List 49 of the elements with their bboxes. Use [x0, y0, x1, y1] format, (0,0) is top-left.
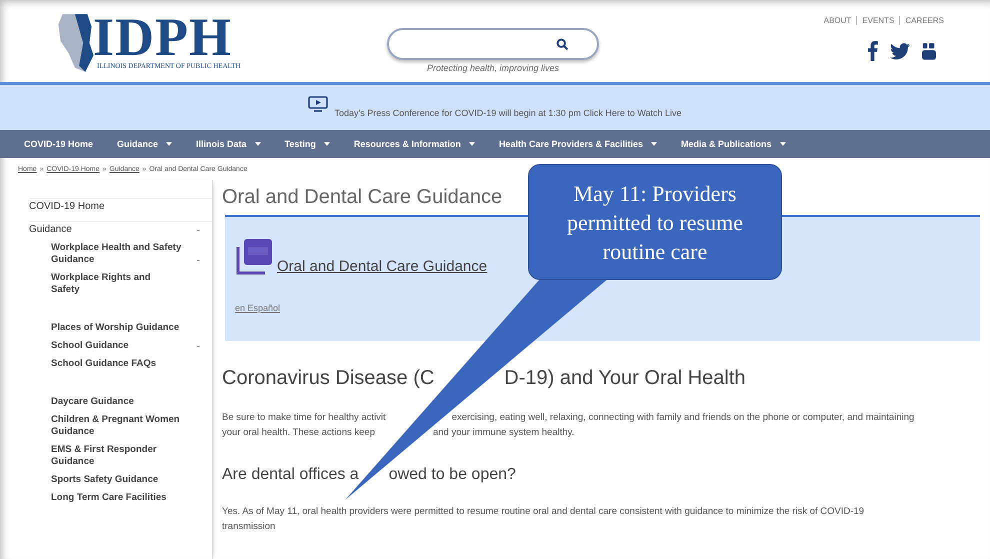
video-play-icon[interactable] [308, 96, 328, 112]
nav-menu-item[interactable]: Resources & Information [354, 139, 475, 149]
sidebar-item[interactable]: School Guidance FAQs [51, 358, 156, 370]
sidebar-item[interactable]: Daycare Guidance [51, 396, 134, 408]
section-heading: D-19) and Your Oral Health [504, 367, 746, 390]
language-link[interactable]: en Español [235, 303, 280, 313]
sidebar-item[interactable]: COVID-19 Home [29, 201, 105, 213]
section-heading: Are dental offices a [222, 466, 359, 484]
sidebar-item[interactable]: Workplace Rights and Safety [51, 272, 169, 296]
video-icon[interactable] [922, 41, 936, 61]
sidebar-item[interactable]: Sports Safety Guidance [51, 474, 158, 486]
paragraph-text: your oral health. These actions keep [222, 426, 375, 440]
paragraph-text: Be sure to make time for healthy activit [222, 411, 386, 425]
top-link[interactable]: EVENTS [862, 16, 894, 25]
collapse-toggle[interactable]: - [196, 255, 200, 266]
paragraph-text: and your immune system healthy. [432, 426, 574, 440]
paragraph-text: exercising, eating well, relaxing, connecting with family and friends on the phone or computer, and maintaining [452, 411, 914, 425]
logo-text[interactable]: IDPH [93, 12, 241, 62]
callout-text: May 11: Providers permitted to resume routine care [566, 180, 744, 266]
nav-menu-item[interactable]: COVID-19 Home [24, 139, 94, 149]
collapse-toggle[interactable]: - [196, 341, 200, 352]
sidebar-item[interactable]: School Guidance [51, 340, 129, 352]
pdf-file-icon [235, 237, 275, 277]
top-link[interactable]: CAREERS [905, 16, 944, 25]
paragraph-text: Yes. As of May 11, oral health providers were permitted to resume routine oral and dental care consistent with guidance to minimize the risk of COVID-19 [222, 505, 864, 519]
paragraph-text: transmission [222, 520, 276, 534]
nav-menu-item[interactable]: Health Care Providers & Facilities [498, 139, 657, 149]
nav-menu-item[interactable]: Guidance [117, 139, 172, 149]
collapse-toggle[interactable]: - [196, 225, 200, 236]
tagline: Protecting health, improving lives [426, 63, 560, 73]
announcement-link[interactable]: Today's Press Conference for COVID-19 will begin at 1:30 pm Click Here to Watch Live [334, 108, 682, 118]
sidebar-item[interactable]: Places of Worship Guidance [51, 322, 180, 334]
sidebar-item[interactable]: Children & Pregnant Women Guidance [51, 414, 200, 438]
nav-menu-item[interactable]: Illinois Data [196, 139, 261, 149]
document-link[interactable]: Oral and Dental Care Guidance [277, 258, 488, 275]
bird-icon[interactable] [890, 42, 910, 60]
nav-menu-item[interactable]: Media & Publications [681, 139, 786, 149]
sidebar-item[interactable]: Workplace Health and Safety Guidance [51, 242, 197, 266]
facebook-icon[interactable] [867, 41, 878, 61]
nav-menu-item[interactable]: Testing [284, 139, 330, 149]
section-heading: owed to be open? [388, 466, 516, 484]
sidebar-item[interactable]: Long Term Care Facilities [51, 492, 166, 504]
top-link[interactable]: ABOUT [824, 16, 852, 25]
sidebar-item[interactable]: EMS & First Responder Guidance [51, 444, 200, 468]
page-title: Oral and Dental Care Guidance [222, 186, 502, 209]
sidebar-item[interactable]: Guidance [29, 224, 72, 236]
search-icon[interactable] [556, 38, 569, 50]
search-field[interactable] [387, 28, 599, 60]
section-heading: Coronavirus Disease (C [222, 367, 434, 390]
